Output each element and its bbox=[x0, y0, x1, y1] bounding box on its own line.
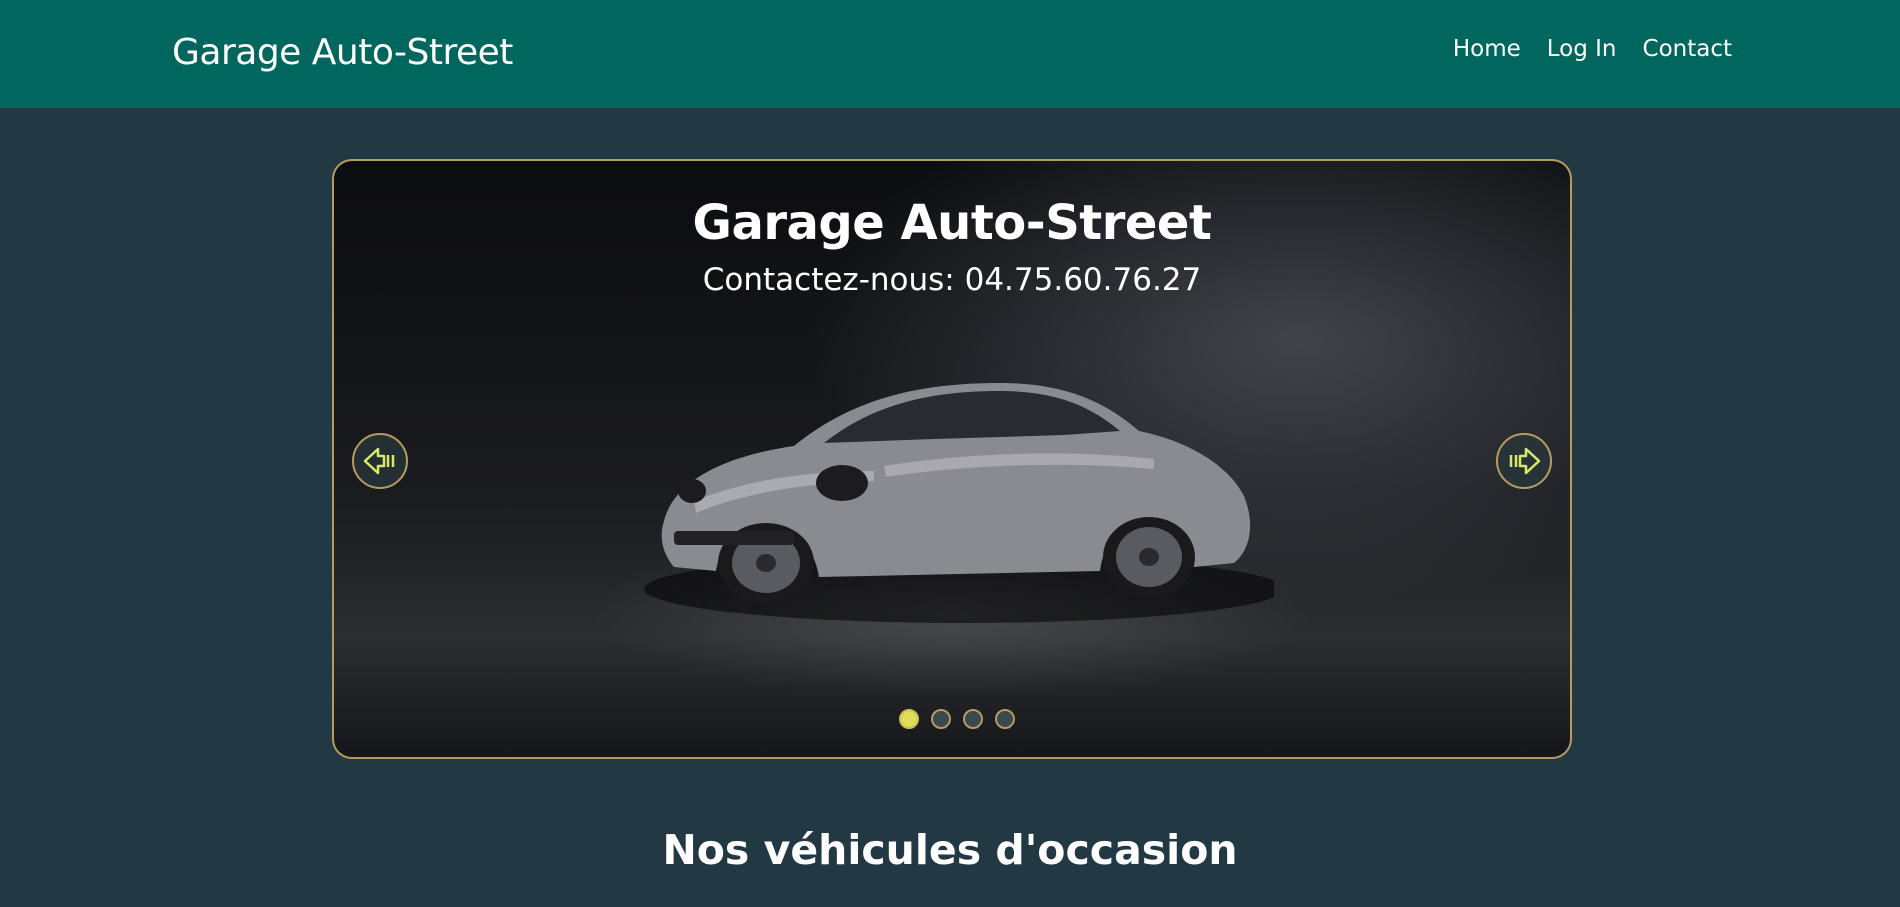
carousel-title: Garage Auto-Street bbox=[692, 195, 1212, 251]
brand-link[interactable]: Garage Auto-Street bbox=[172, 32, 513, 73]
carousel-dot-2[interactable] bbox=[931, 709, 951, 729]
nav-link-home[interactable]: Home bbox=[1453, 36, 1521, 62]
arrow-left-icon bbox=[363, 447, 395, 475]
nav-link-contact[interactable]: Contact bbox=[1643, 36, 1732, 62]
carousel-subtitle: Contactez-nous: 04.75.60.76.27 bbox=[702, 262, 1202, 298]
carousel-prev-button[interactable] bbox=[352, 433, 408, 489]
car-image bbox=[644, 383, 1274, 623]
carousel-dot-3[interactable] bbox=[963, 709, 983, 729]
nav-links: Home Log In Contact bbox=[1453, 36, 1732, 62]
arrow-right-icon bbox=[1509, 447, 1541, 475]
navbar: Garage Auto-Street Home Log In Contact bbox=[0, 0, 1900, 108]
hero-carousel: Garage Auto-Street Contactez-nous: 04.75… bbox=[332, 159, 1572, 759]
used-vehicles-heading: Nos véhicules d'occasion bbox=[662, 826, 1238, 874]
carousel-dot-4[interactable] bbox=[995, 709, 1015, 729]
carousel-next-button[interactable] bbox=[1496, 433, 1552, 489]
carousel-dot-1[interactable] bbox=[899, 709, 919, 729]
carousel-indicators bbox=[334, 709, 1570, 729]
nav-link-login[interactable]: Log In bbox=[1547, 36, 1617, 62]
